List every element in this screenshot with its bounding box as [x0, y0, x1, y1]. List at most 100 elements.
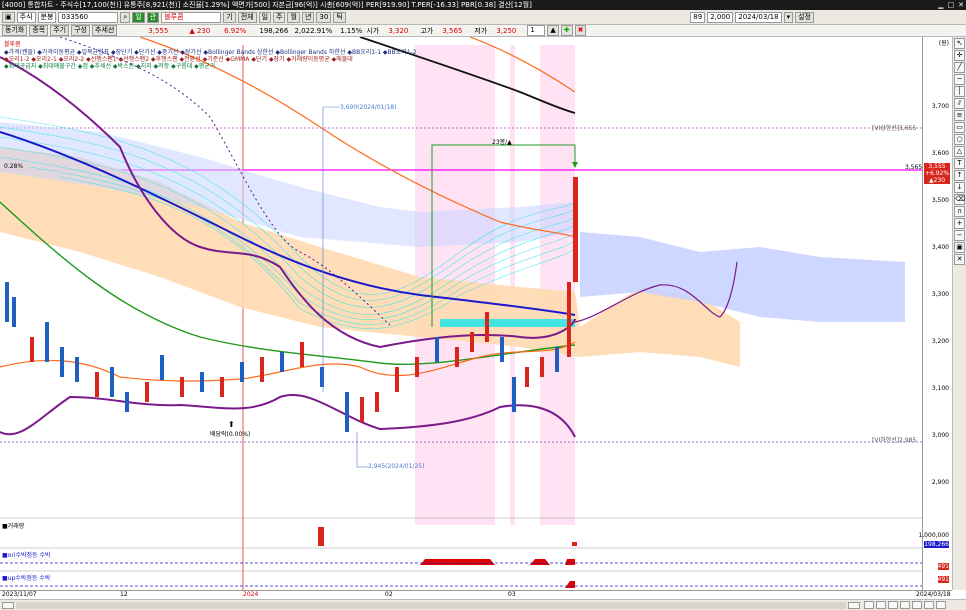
period-button-month[interactable]: 월 [287, 11, 300, 23]
period-button-gi[interactable]: 기 [223, 11, 236, 23]
zoom-button[interactable] [924, 601, 934, 609]
x-tick: 12 [120, 591, 128, 598]
tab-sync[interactable]: 동기화 [2, 25, 28, 36]
period-button-year[interactable]: 년 [301, 11, 315, 23]
dividend-arrow-icon: ⬆ [228, 420, 235, 429]
high-value: 3,565 [442, 26, 463, 35]
amount-value: 2,022.91% [294, 26, 333, 35]
low-label: 저가 [474, 26, 488, 35]
y-tick: 3,500 [931, 197, 949, 204]
period-button-30[interactable]: 30 [316, 11, 332, 23]
price-tag: 3,555 +6.92% ▲230 [924, 163, 950, 184]
high-point-annotation: 3,690(2024/01/18) [340, 104, 397, 111]
price-change-pct: 6.92% [224, 26, 247, 35]
cursor-icon[interactable]: ↖ [954, 38, 965, 49]
up-icon[interactable]: ▲ [547, 25, 559, 36]
y-tick: 3,700 [931, 103, 949, 110]
price-tag-pct: +6.92% [924, 170, 950, 177]
magnet-icon[interactable]: ∩ [954, 206, 965, 217]
price-tag-value: 3,555 [928, 163, 946, 170]
line-tool-icon[interactable]: ╱ [954, 62, 965, 73]
scroll-bar[interactable] [0, 599, 966, 610]
channel-icon[interactable]: ⫽ [954, 98, 965, 109]
trash-icon[interactable]: ✕ [954, 254, 965, 265]
text-tool-icon[interactable]: T [954, 158, 965, 169]
zoom-button[interactable] [876, 601, 886, 609]
volume-value: 198,266 [259, 26, 289, 35]
price-tag-change: ▲230 [928, 177, 946, 184]
x-tick: 2024 [243, 591, 259, 598]
count-input[interactable]: 89 [690, 11, 706, 23]
zoom-button[interactable] [864, 601, 874, 609]
scroll-left-icon[interactable] [2, 602, 14, 609]
tab-trendline[interactable]: 추세선 [92, 25, 118, 36]
minimize-button[interactable]: ▁ [938, 0, 943, 10]
remove-icon[interactable]: ✖ [574, 25, 587, 36]
close-button[interactable]: ✕ [958, 0, 964, 10]
date-input[interactable]: 2024/03/18 [735, 11, 782, 23]
vertical-line-icon[interactable]: │ [954, 86, 965, 97]
horizontal-line-icon[interactable]: ─ [954, 74, 965, 85]
y-tick: 3,100 [931, 385, 949, 392]
stock-code-input[interactable]: 033560 [58, 11, 119, 23]
calendar-icon[interactable]: ▾ [783, 11, 794, 23]
price-axis[interactable]: (원) 3,700 3,600 3,500 3,400 3,300 3,200 … [918, 37, 952, 590]
indicator1-tag: 491 [937, 563, 949, 570]
turnover-value: 1.15% [340, 26, 363, 35]
tab-layout[interactable]: 구성 [71, 25, 90, 36]
add-icon[interactable]: ✚ [560, 25, 573, 36]
pct-annotation: 0.28% [4, 163, 24, 170]
lock-icon[interactable]: ▣ [954, 242, 965, 253]
y-tick: 3,400 [931, 244, 949, 251]
zoom-button[interactable] [912, 601, 922, 609]
arrow-down-icon[interactable]: ↓ [954, 182, 965, 193]
current-price: 3,555 [148, 26, 169, 35]
settings-button[interactable]: 설정 [795, 11, 814, 23]
circle-icon[interactable]: ○ [954, 134, 965, 145]
indicator2-title: ■up수박점등 수박 [2, 575, 51, 582]
eraser-icon[interactable]: ⌫ [954, 194, 965, 205]
dividend-annotation: 배당락(0.00%) [210, 431, 251, 438]
fibonacci-icon[interactable]: ≡ [954, 110, 965, 121]
scroll-right-icon[interactable] [848, 602, 860, 609]
ratio-input[interactable]: 2,000 [707, 11, 734, 23]
tab-period[interactable]: 주기 [50, 25, 70, 36]
main-chart-area[interactable]: 블루콤 ◆가격(캔들) ◆가격이동평균 ◆일목균형표 ◆장단기 ◆단기선 ◆중기… [0, 36, 922, 590]
scroll-count[interactable]: 1 [527, 25, 546, 36]
rectangle-icon[interactable]: ▭ [954, 122, 965, 133]
period-button-day[interactable]: 일 [258, 11, 272, 23]
scroll-track[interactable] [16, 602, 846, 609]
time-axis[interactable]: 2023/11/07 12 2024 02 03 2024/03/18 [0, 590, 952, 599]
maximize-button[interactable]: □ [948, 0, 955, 10]
quote-bar: 동기화 종목 주기 구성 추세선 3,555 ▲ 230 6.92% 198,2… [0, 25, 966, 37]
zoom-button[interactable] [936, 601, 946, 609]
arrow-up-icon[interactable]: ↑ [954, 170, 965, 181]
market-select[interactable]: 주식 [16, 11, 36, 23]
y-tick: 3,200 [931, 338, 949, 345]
vi-lower-limit-label: [VI하한선]2,985 [872, 437, 917, 444]
period-button-tick[interactable]: 틱 [333, 11, 346, 23]
y-tick: 3,600 [931, 150, 949, 157]
tab-stock[interactable]: 종목 [29, 25, 49, 36]
zoom-out-icon[interactable]: − [954, 230, 965, 241]
zoom-in-icon[interactable]: + [954, 218, 965, 229]
low-value: 3,250 [496, 26, 517, 35]
indicator1-title: ■ori수박점등 수박 [2, 552, 51, 559]
flag-day[interactable]: 일 [132, 11, 145, 23]
period-button-all[interactable]: 전체 [237, 11, 257, 23]
mode-select[interactable]: 분봉 [37, 11, 57, 23]
zoom-button[interactable] [888, 601, 898, 609]
crosshair-icon[interactable]: ✛ [954, 50, 965, 61]
flag-watch[interactable]: 관 [146, 11, 160, 23]
zoom-button[interactable] [900, 601, 910, 609]
y-tick: 2,900 [931, 479, 949, 486]
x-tick: 03 [508, 591, 516, 598]
vi-upper-limit-label: [VI상한선]3,655 [872, 125, 917, 132]
triangle-icon[interactable]: △ [954, 146, 965, 157]
open-label: 시가 [366, 26, 380, 35]
expand-icon[interactable]: ▣ [2, 11, 15, 23]
gap-annotation: 23봉/▲ [492, 139, 512, 146]
y-unit-label: (원) [938, 40, 949, 47]
period-button-week[interactable]: 주 [273, 11, 286, 23]
search-icon[interactable]: ⌕ [120, 11, 131, 23]
